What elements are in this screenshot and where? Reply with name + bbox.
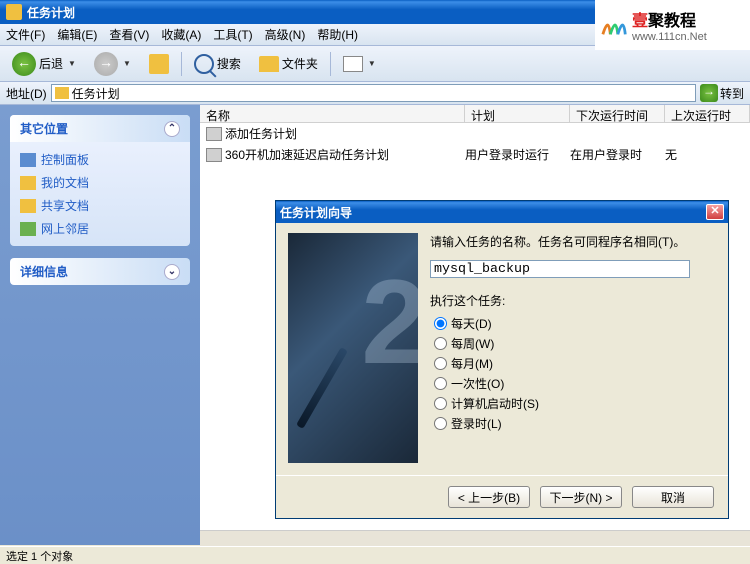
chevron-up-icon: ⌃ <box>164 121 180 137</box>
radio-daily[interactable]: 每天(D) <box>434 315 714 332</box>
column-last[interactable]: 上次运行时 <box>665 105 750 122</box>
column-next[interactable]: 下次运行时间 <box>570 105 665 122</box>
panel-header[interactable]: 详细信息 ⌄ <box>10 258 190 285</box>
sidebar-item-my-docs[interactable]: 我的文档 <box>20 171 180 194</box>
forward-icon <box>94 52 118 76</box>
go-icon <box>700 84 718 102</box>
control-panel-icon <box>20 153 36 167</box>
run-label: 执行这个任务: <box>430 292 714 309</box>
wizard-image <box>288 233 418 463</box>
go-button[interactable]: 转到 <box>700 84 744 102</box>
search-icon <box>194 54 214 74</box>
back-button[interactable]: < 上一步(B) <box>448 486 530 508</box>
radio-weekly[interactable]: 每周(W) <box>434 335 714 352</box>
menu-file[interactable]: 文件(F) <box>6 26 45 43</box>
watermark-brand-rest: 聚教程 <box>648 13 696 30</box>
column-name[interactable]: 名称 <box>200 105 465 122</box>
status-text: 选定 1 个对象 <box>6 551 73 563</box>
back-icon <box>12 52 36 76</box>
toolbar: 后退 ▼ ▼ 搜索 文件夹 ▼ <box>0 46 750 82</box>
forward-button[interactable]: ▼ <box>88 50 137 78</box>
menu-help[interactable]: 帮助(H) <box>317 26 358 43</box>
separator <box>330 52 331 76</box>
menu-edit[interactable]: 编辑(E) <box>57 26 97 43</box>
radio-logon[interactable]: 登录时(L) <box>434 415 714 432</box>
watermark-url: www.111cn.Net <box>632 31 707 43</box>
sidebar-item-network[interactable]: 网上邻居 <box>20 217 180 240</box>
close-button[interactable]: ✕ <box>706 204 724 220</box>
menu-fav[interactable]: 收藏(A) <box>161 26 201 43</box>
watermark-logo: 壹聚教程 www.111cn.Net <box>595 0 750 50</box>
view-button[interactable]: ▼ <box>337 54 382 74</box>
sidebar-item-shared-docs[interactable]: 共享文档 <box>20 194 180 217</box>
radio-monthly[interactable]: 每月(M) <box>434 355 714 372</box>
folders-button[interactable]: 文件夹 <box>253 53 324 74</box>
next-button[interactable]: 下一步(N) > <box>540 486 622 508</box>
schedule-radio-group: 每天(D) 每周(W) 每月(M) 一次性(O) 计算机启动时(S) 登录时(L… <box>430 315 714 432</box>
network-icon <box>20 222 36 236</box>
up-button[interactable] <box>143 52 175 76</box>
watermark-brand-prefix: 壹 <box>632 13 648 30</box>
address-value: 任务计划 <box>72 85 120 102</box>
folder-icon <box>259 56 279 72</box>
chevron-down-icon: ⌄ <box>164 264 180 280</box>
panel-other-places: 其它位置 ⌃ 控制面板 我的文档 共享文档 网上邻居 <box>10 115 190 246</box>
dialog-footer: < 上一步(B) 下一步(N) > 取消 <box>276 475 728 518</box>
cancel-button[interactable]: 取消 <box>632 486 714 508</box>
horizontal-scrollbar[interactable] <box>200 530 750 546</box>
status-bar: 选定 1 个对象 <box>0 546 750 564</box>
sidebar: 其它位置 ⌃ 控制面板 我的文档 共享文档 网上邻居 详细信息 ⌄ <box>0 105 200 545</box>
list-item[interactable]: 360开机加速延迟启动任务计划 用户登录时运行 在用户登录时 无 <box>200 144 750 165</box>
sidebar-item-control-panel[interactable]: 控制面板 <box>20 148 180 171</box>
menu-tools[interactable]: 工具(T) <box>213 26 252 43</box>
search-button[interactable]: 搜索 <box>188 52 247 76</box>
chevron-down-icon: ▼ <box>368 59 376 68</box>
column-headers: 名称 计划 下次运行时间 上次运行时 <box>200 105 750 123</box>
task-icon <box>206 148 222 162</box>
folder-icon <box>20 199 36 213</box>
menu-view[interactable]: 查看(V) <box>109 26 149 43</box>
task-icon <box>206 127 222 141</box>
folder-icon <box>20 176 36 190</box>
wizard-prompt: 请输入任务的名称。任务名可同程序名相同(T)。 <box>430 233 714 250</box>
radio-startup[interactable]: 计算机启动时(S) <box>434 395 714 412</box>
task-name-input[interactable] <box>430 260 690 278</box>
address-bar: 地址(D) 任务计划 转到 <box>0 82 750 105</box>
window-icon <box>6 4 22 20</box>
dialog-title: 任务计划向导 <box>280 204 352 221</box>
chevron-down-icon: ▼ <box>123 59 131 68</box>
wizard-dialog: 任务计划向导 ✕ 请输入任务的名称。任务名可同程序名相同(T)。 执行这个任务:… <box>275 200 729 519</box>
separator <box>181 52 182 76</box>
panel-details: 详细信息 ⌄ <box>10 258 190 285</box>
list-item[interactable]: 添加任务计划 <box>200 123 750 144</box>
address-input[interactable]: 任务计划 <box>51 84 696 102</box>
back-button[interactable]: 后退 ▼ <box>6 50 82 78</box>
radio-once[interactable]: 一次性(O) <box>434 375 714 392</box>
view-icon <box>343 56 363 72</box>
chevron-down-icon: ▼ <box>68 59 76 68</box>
menu-adv[interactable]: 高级(N) <box>265 26 306 43</box>
window-title: 任务计划 <box>27 4 75 21</box>
address-label: 地址(D) <box>6 85 47 102</box>
panel-header[interactable]: 其它位置 ⌃ <box>10 115 190 142</box>
folder-icon <box>55 87 69 99</box>
dialog-titlebar[interactable]: 任务计划向导 ✕ <box>276 201 728 223</box>
column-plan[interactable]: 计划 <box>465 105 570 122</box>
folder-up-icon <box>149 54 169 74</box>
